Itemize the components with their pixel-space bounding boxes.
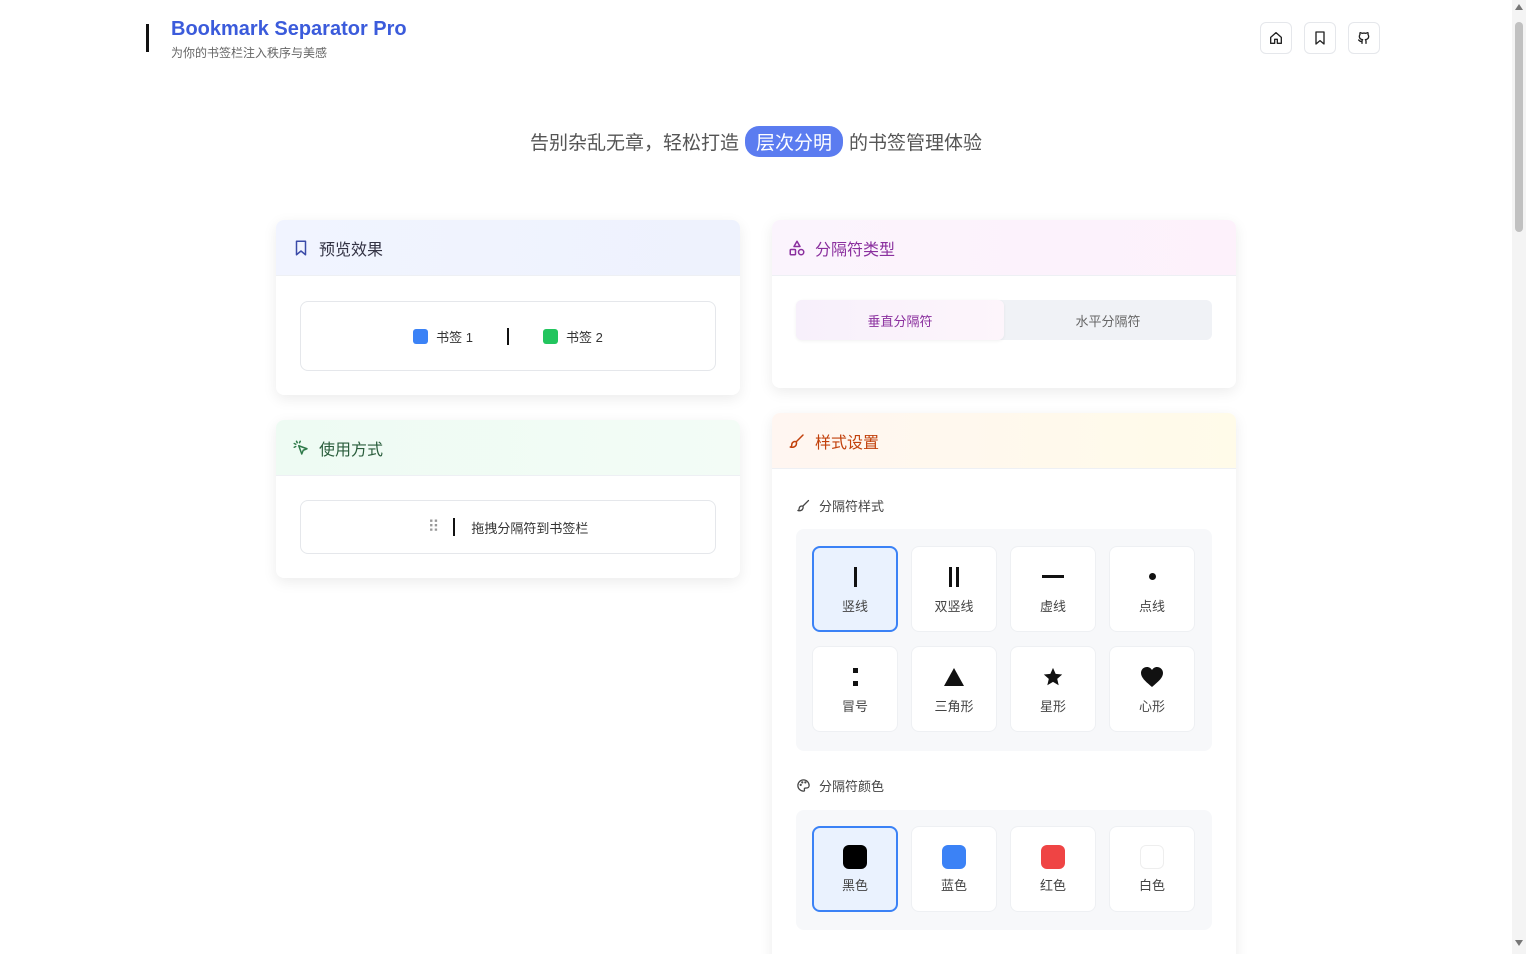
home-button[interactable] — [1260, 22, 1292, 54]
style-option-heart[interactable]: 心形 — [1109, 646, 1195, 732]
red-swatch-icon — [1041, 844, 1065, 869]
color-option-red[interactable]: 红色 — [1010, 826, 1096, 912]
double-line-icon — [949, 564, 959, 590]
style-option-name: 三角形 — [934, 698, 974, 714]
style-option-name: 冒号 — [841, 698, 868, 714]
preview-bookmark-1: 书签 1 — [413, 327, 473, 346]
style-option-name: 双竖线 — [934, 598, 974, 614]
separator-type-card-header: 分隔符类型 — [772, 220, 1236, 276]
color-option-name: 白色 — [1138, 877, 1165, 893]
style-option-name: 点线 — [1138, 598, 1165, 614]
app-header: Bookmark Separator Pro 为你的书签栏注入秩序与美感 — [0, 0, 1512, 80]
black-swatch-icon — [843, 844, 867, 869]
draggable-separator[interactable]: ⠿ 拖拽分隔符到书签栏 — [300, 500, 716, 554]
separator-type-card: 分隔符类型 垂直分隔符 水平分隔符 — [772, 220, 1236, 388]
preview-card: 预览效果 书签 1 书签 2 — [276, 220, 740, 395]
style-settings-card-header: 样式设置 — [772, 413, 1236, 469]
style-option-colon[interactable]: 冒号 — [812, 646, 898, 732]
style-settings-title: 样式设置 — [815, 434, 880, 452]
separator-preview-bar — [453, 518, 456, 536]
preview-separator — [507, 327, 509, 345]
tagline-highlight-pill: 层次分明 — [744, 126, 843, 157]
separator-color-grid: 黑色 蓝色 红色 白色 — [796, 810, 1212, 930]
bookmark-2-color-icon — [543, 328, 558, 344]
paintbrush-icon — [789, 433, 804, 448]
color-option-name: 红色 — [1039, 877, 1066, 893]
preview-card-title: 预览效果 — [319, 241, 384, 259]
tagline-before: 告别杂乱无章，轻松打造 — [529, 133, 739, 154]
usage-card: 使用方式 ⠿ 拖拽分隔符到书签栏 — [276, 420, 740, 578]
app-title: Bookmark Separator Pro — [171, 18, 407, 40]
shapes-icon — [789, 240, 805, 255]
style-option-vertical-line[interactable]: 竖线 — [812, 546, 898, 632]
bookmark-1-label: 书签 1 — [436, 329, 473, 345]
tab-horizontal[interactable]: 水平分隔符 — [1004, 300, 1212, 340]
home-icon — [1270, 31, 1282, 44]
heart-icon — [1140, 664, 1164, 690]
scroll-down-arrow-icon[interactable] — [1515, 940, 1523, 946]
palette-icon — [797, 779, 810, 792]
tab-vertical[interactable]: 垂直分隔符 — [796, 300, 1004, 340]
bookmark-icon — [295, 240, 307, 255]
separator-color-label-text: 分隔符颜色 — [819, 779, 885, 794]
drag-handle-icon[interactable]: ⠿ — [428, 517, 440, 537]
logo-separator-mark — [146, 24, 149, 52]
style-option-name: 星形 — [1039, 698, 1066, 714]
color-option-name: 黑色 — [841, 877, 868, 893]
blue-swatch-icon — [942, 844, 966, 869]
triangle-icon — [943, 664, 965, 690]
style-option-triangle[interactable]: 三角形 — [911, 646, 997, 732]
dash-icon — [1042, 564, 1064, 590]
vertical-line-icon — [853, 564, 857, 590]
github-button[interactable] — [1348, 22, 1380, 54]
tagline: 告别杂乱无章，轻松打造 层次分明 的书签管理体验 — [0, 126, 1512, 157]
bookmark-2-label: 书签 2 — [566, 329, 603, 345]
separator-type-tabs: 垂直分隔符 水平分隔符 — [796, 300, 1212, 340]
style-option-dotted[interactable]: 点线 — [1109, 546, 1195, 632]
color-option-black[interactable]: 黑色 — [812, 826, 898, 912]
preview-bookmark-2: 书签 2 — [543, 327, 603, 346]
scrollbar-thumb[interactable] — [1515, 22, 1523, 232]
star-icon — [1042, 664, 1064, 690]
white-swatch-icon — [1140, 844, 1164, 869]
tagline-after: 的书签管理体验 — [849, 133, 983, 154]
usage-card-title: 使用方式 — [319, 441, 384, 459]
pointer-click-icon — [293, 440, 308, 455]
app-subtitle: 为你的书签栏注入秩序与美感 — [171, 46, 328, 60]
bookmark-icon — [1315, 31, 1325, 45]
scroll-up-arrow-icon[interactable] — [1515, 4, 1523, 10]
usage-card-header: 使用方式 — [276, 420, 740, 476]
dot-icon — [1148, 564, 1156, 590]
preview-bookmark-bar: 书签 1 书签 2 — [300, 301, 716, 371]
page-scrollbar[interactable] — [1512, 0, 1526, 954]
drag-instruction: 拖拽分隔符到书签栏 — [471, 520, 589, 536]
style-option-dashed[interactable]: 虚线 — [1010, 546, 1096, 632]
separator-color-label: 分隔符颜色 — [796, 776, 884, 795]
color-option-blue[interactable]: 蓝色 — [911, 826, 997, 912]
style-option-name: 虚线 — [1039, 598, 1066, 614]
style-settings-card: 样式设置 分隔符样式 竖线 双竖线 虚线 点线 冒号 三角形 星形 心形 分隔符… — [772, 413, 1236, 954]
bookmark-button[interactable] — [1304, 22, 1336, 54]
preview-card-header: 预览效果 — [276, 220, 740, 276]
color-option-name: 蓝色 — [940, 877, 967, 893]
style-option-name: 竖线 — [841, 598, 868, 614]
style-option-name: 心形 — [1138, 698, 1165, 714]
color-option-white[interactable]: 白色 — [1109, 826, 1195, 912]
style-option-star[interactable]: 星形 — [1010, 646, 1096, 732]
brush-icon — [797, 499, 810, 512]
style-option-double-line[interactable]: 双竖线 — [911, 546, 997, 632]
bookmark-1-color-icon — [413, 328, 429, 344]
separator-type-title: 分隔符类型 — [815, 241, 896, 259]
separator-style-grid: 竖线 双竖线 虚线 点线 冒号 三角形 星形 心形 — [796, 529, 1212, 751]
separator-style-label: 分隔符样式 — [796, 496, 884, 515]
github-icon — [1358, 31, 1370, 44]
colon-icon — [852, 664, 858, 690]
separator-style-label-text: 分隔符样式 — [819, 499, 885, 514]
